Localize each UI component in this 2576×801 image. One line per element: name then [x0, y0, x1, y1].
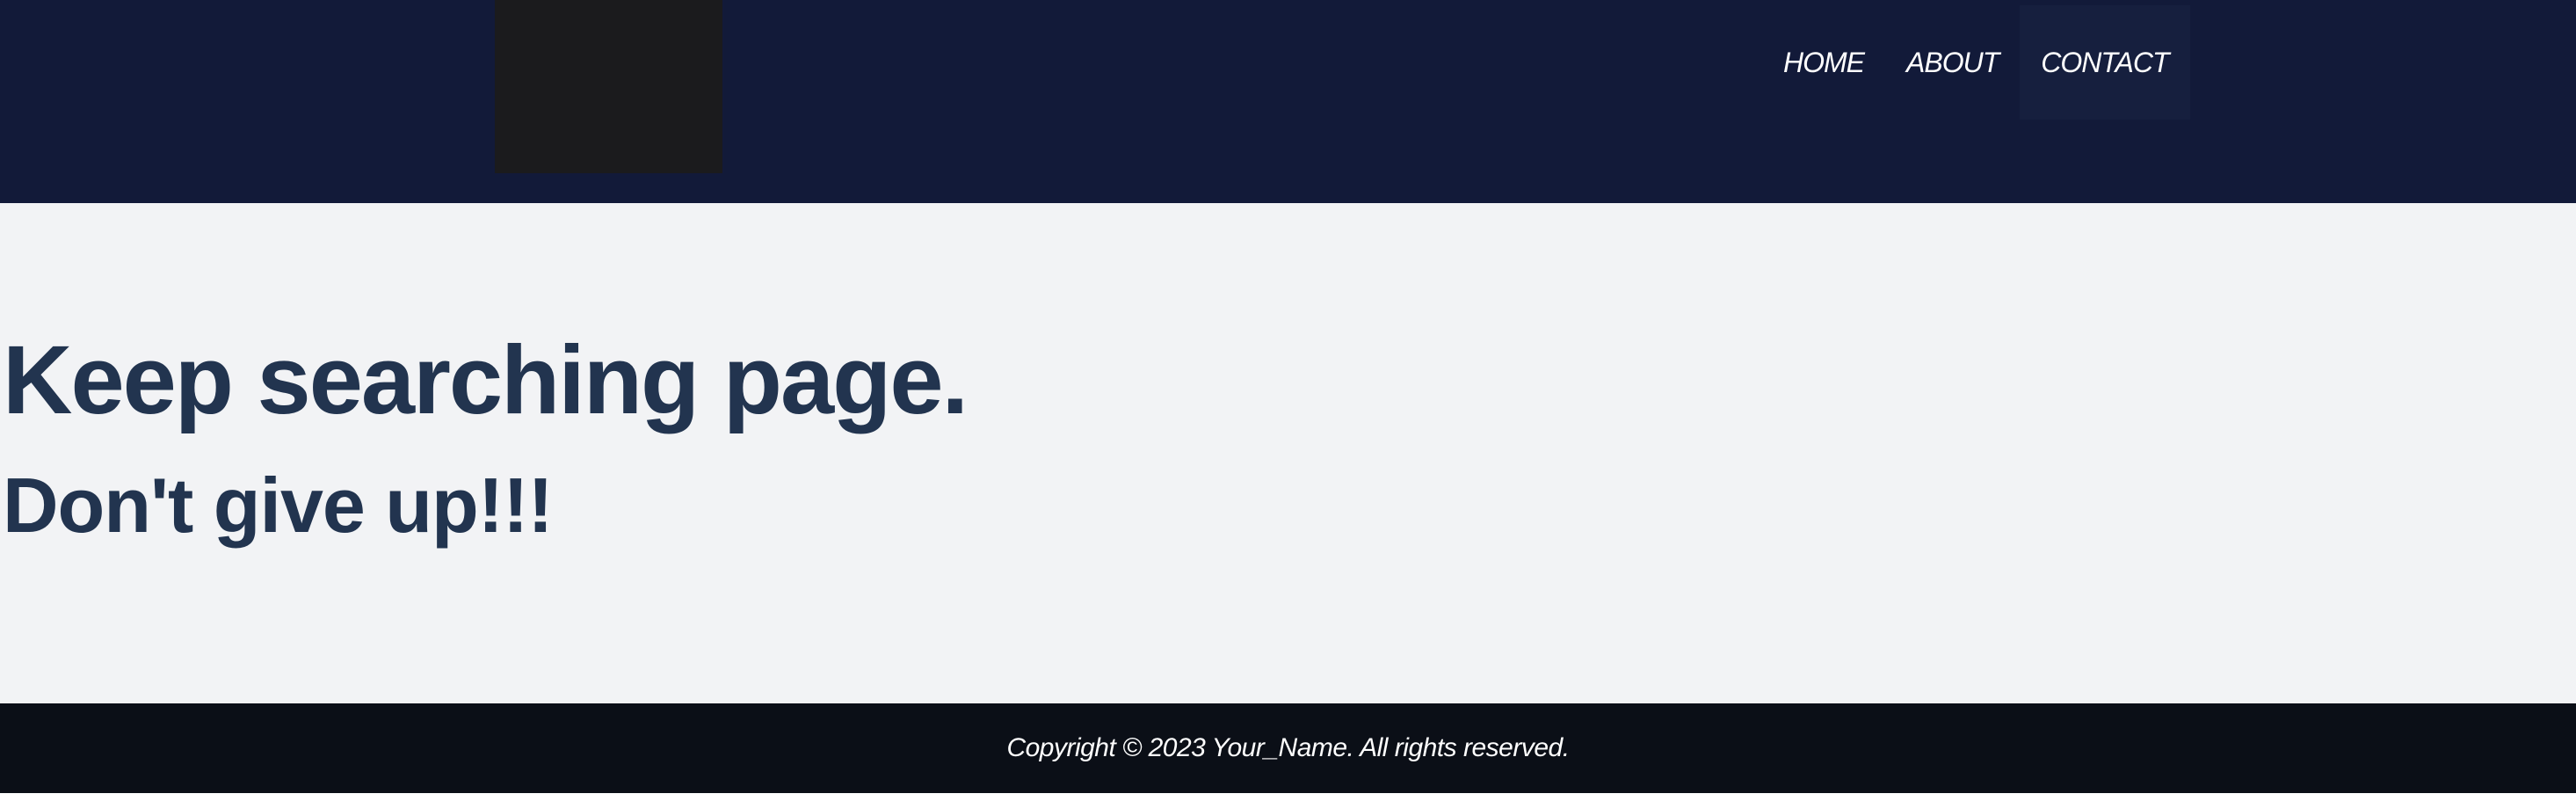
page-bottom-edge — [0, 793, 2576, 801]
page-title: Keep searching page. — [3, 326, 969, 434]
main-nav: HOME ABOUT CONTACT — [1762, 5, 2190, 120]
page-subtitle: Don't give up!!! — [3, 462, 554, 549]
nav-contact-link[interactable]: CONTACT — [2020, 5, 2190, 120]
site-footer: Copyright © 2023 Your_Name. All rights r… — [0, 703, 2576, 793]
main-content: Keep searching page. Don't give up!!! — [0, 203, 2576, 703]
site-header: HOME ABOUT CONTACT — [0, 0, 2576, 203]
copyright-text: Copyright © 2023 Your_Name. All rights r… — [1006, 733, 1570, 762]
logo-image[interactable] — [495, 0, 722, 173]
nav-about-link[interactable]: ABOUT — [1885, 5, 2020, 120]
nav-home-link[interactable]: HOME — [1762, 5, 1885, 120]
